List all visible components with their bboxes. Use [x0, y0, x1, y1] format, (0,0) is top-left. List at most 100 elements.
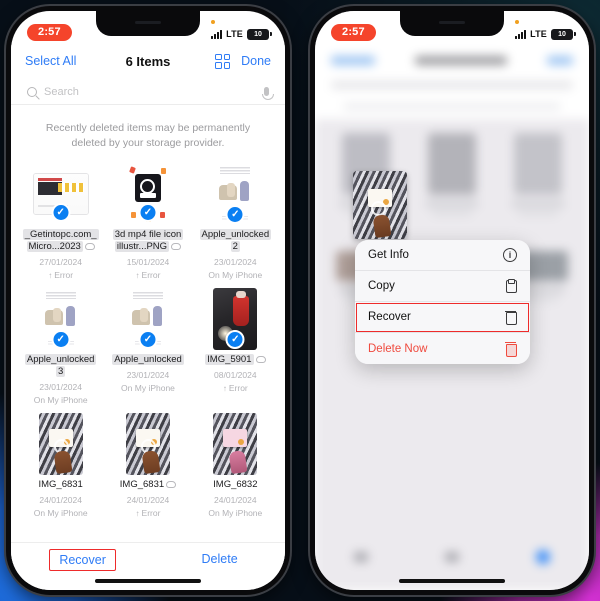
delete-button[interactable]: Delete: [193, 549, 247, 569]
trash-icon: [503, 342, 517, 357]
file-name-line1: _Getintopc.com_: [22, 229, 99, 240]
home-indicator: [95, 579, 201, 583]
file-name: IMG_5901: [205, 354, 266, 366]
status-time: 2:57: [331, 23, 376, 41]
file-meta: 24/01/2024 On My iPhone: [34, 494, 88, 520]
carrier-label: LTE: [226, 29, 243, 39]
selected-check-icon: ✓: [138, 330, 158, 349]
focused-file-thumbnail[interactable]: [353, 171, 407, 239]
cloud-icon: [171, 242, 182, 250]
context-menu-item-delete-now[interactable]: Delete Now: [355, 333, 530, 364]
navigation-bar: Select All 6 Items Done: [11, 45, 285, 77]
microphone-icon[interactable]: [261, 87, 274, 100]
recording-indicator-icon: [515, 19, 520, 24]
right-phone-mockup: 2:57 LTE 10 Get Info i Copy Recover Dele…: [310, 6, 594, 595]
list-item[interactable]: ✓ Apple_unlocked 3 23/01/2024 On My iPho…: [17, 284, 104, 409]
list-item[interactable]: ✓ Apple_unlocked 23/01/2024 On My iPhone: [104, 284, 191, 409]
list-item[interactable]: ✓ _Getintopc.com_ Micro...2023 27/01/202…: [17, 159, 104, 284]
file-meta: 27/01/2024 Error: [39, 256, 82, 282]
file-date: 27/01/2024: [39, 256, 82, 267]
file-date: 23/01/2024: [214, 256, 257, 267]
done-button[interactable]: Done: [241, 54, 271, 68]
home-indicator: [399, 579, 505, 583]
file-date: 24/01/2024: [214, 494, 257, 505]
list-item[interactable]: ✓ IMG_5901 08/01/2024 Error: [192, 284, 279, 409]
nav-left-group: Select All: [25, 54, 76, 68]
file-date: 23/01/2024: [126, 369, 170, 380]
notch: [96, 11, 200, 36]
list-item[interactable]: ✓ Apple_unlocked 2 23/01/2024 On My iPho…: [192, 159, 279, 284]
deletion-notice: Recently deleted items may be permanentl…: [45, 122, 251, 150]
file-meta: 08/01/2024 Error: [214, 369, 257, 395]
file-location: On My iPhone: [33, 394, 88, 405]
earpiece-speaker: [439, 21, 465, 24]
file-name-line1: Apple_unlocked: [112, 354, 184, 365]
context-menu-item-recover[interactable]: Recover: [355, 302, 530, 333]
file-name-line2: 3: [56, 365, 66, 377]
cloud-icon: [255, 356, 266, 363]
battery-icon: 10: [247, 28, 272, 40]
list-item[interactable]: IMG_6832 24/01/2024 On My iPhone: [192, 409, 279, 534]
context-menu-item-get-info[interactable]: Get Info i: [355, 240, 530, 271]
file-location: On My iPhone: [208, 269, 263, 280]
context-menu-label: Get Info: [368, 249, 409, 261]
search-bar[interactable]: Search: [11, 79, 285, 105]
cloud-icon: [166, 481, 177, 488]
blurred-done: [547, 55, 573, 65]
file-name-line1: IMG_5901: [205, 354, 254, 365]
thumbnail-wrap: ✓: [207, 163, 263, 225]
file-date: 24/01/2024: [39, 494, 82, 505]
file-grid: ✓ _Getintopc.com_ Micro...2023 27/01/202…: [11, 159, 285, 542]
file-meta: 15/01/2024 Error: [127, 256, 170, 282]
notch: [400, 11, 504, 36]
file-name: IMG_6831: [120, 479, 177, 491]
file-name: Apple_unlocked 3: [24, 354, 97, 378]
recover-button[interactable]: Recover: [49, 549, 116, 571]
file-name: Apple_unlocked: [112, 354, 184, 366]
blurred-notice: [343, 103, 561, 110]
fabric-photo-thumbnail: [38, 413, 83, 475]
blurred-nav-bar: [315, 49, 589, 71]
fabric-photo-thumbnail: [125, 413, 170, 475]
selected-check-icon: ✓: [51, 330, 71, 349]
thumbnail-wrap: ✓: [120, 163, 176, 225]
context-menu-item-copy[interactable]: Copy: [355, 271, 530, 302]
context-menu: Get Info i Copy Recover Delete Now: [355, 240, 530, 364]
carrier-label: LTE: [530, 29, 547, 39]
selected-check-icon: ✓: [225, 205, 245, 224]
file-location: Error: [127, 269, 170, 282]
cellular-bars-icon: [211, 29, 223, 39]
page-title: 6 Items: [125, 53, 171, 69]
file-date: 15/01/2024: [126, 256, 170, 267]
battery-level: 10: [254, 30, 262, 38]
list-item[interactable]: IMG_6831 24/01/2024 On My iPhone: [17, 409, 104, 534]
search-input[interactable]: Search: [44, 86, 79, 98]
file-name-line2: 2: [230, 240, 240, 252]
file-name: _Getintopc.com_ Micro...2023: [22, 229, 99, 253]
left-phone-screen: 2:57 LTE 10 Select All 6 Items Done Sear…: [11, 11, 285, 590]
file-name: Apple_unlocked 2: [199, 229, 272, 253]
copy-icon: [503, 279, 517, 293]
file-date: 08/01/2024: [214, 369, 257, 380]
thumbnail-wrap: [33, 413, 89, 475]
right-phone-screen: 2:57 LTE 10 Get Info i Copy Recover Dele…: [315, 11, 589, 590]
list-item[interactable]: IMG_6831 24/01/2024 Error: [104, 409, 191, 534]
list-item[interactable]: ✓ 3d mp4 file icon illustr...PNG 15/01/2…: [104, 159, 191, 284]
file-name-line1: Apple_unlocked: [24, 354, 97, 365]
file-name-line1: IMG_6832: [213, 479, 258, 490]
fabric-pink-photo-thumbnail: [213, 413, 258, 475]
file-name-line2: Micro...2023: [26, 240, 83, 252]
left-phone-mockup: 2:57 LTE 10 Select All 6 Items Done Sear…: [6, 6, 290, 595]
file-location: On My iPhone: [33, 507, 88, 518]
blurred-select-all: [331, 55, 375, 65]
select-all-button[interactable]: Select All: [25, 54, 76, 68]
file-name: IMG_6831: [38, 479, 82, 491]
battery-level: 10: [558, 30, 566, 38]
cellular-bars-icon: [515, 29, 527, 39]
recording-indicator-icon: [211, 19, 216, 24]
thumbnail-wrap: [120, 413, 176, 475]
thumbnail-wrap: ✓: [207, 288, 263, 350]
thumbnail-wrap: ✓: [120, 288, 176, 350]
grid-view-icon[interactable]: [215, 53, 231, 69]
blurred-search-bar: [331, 81, 573, 89]
